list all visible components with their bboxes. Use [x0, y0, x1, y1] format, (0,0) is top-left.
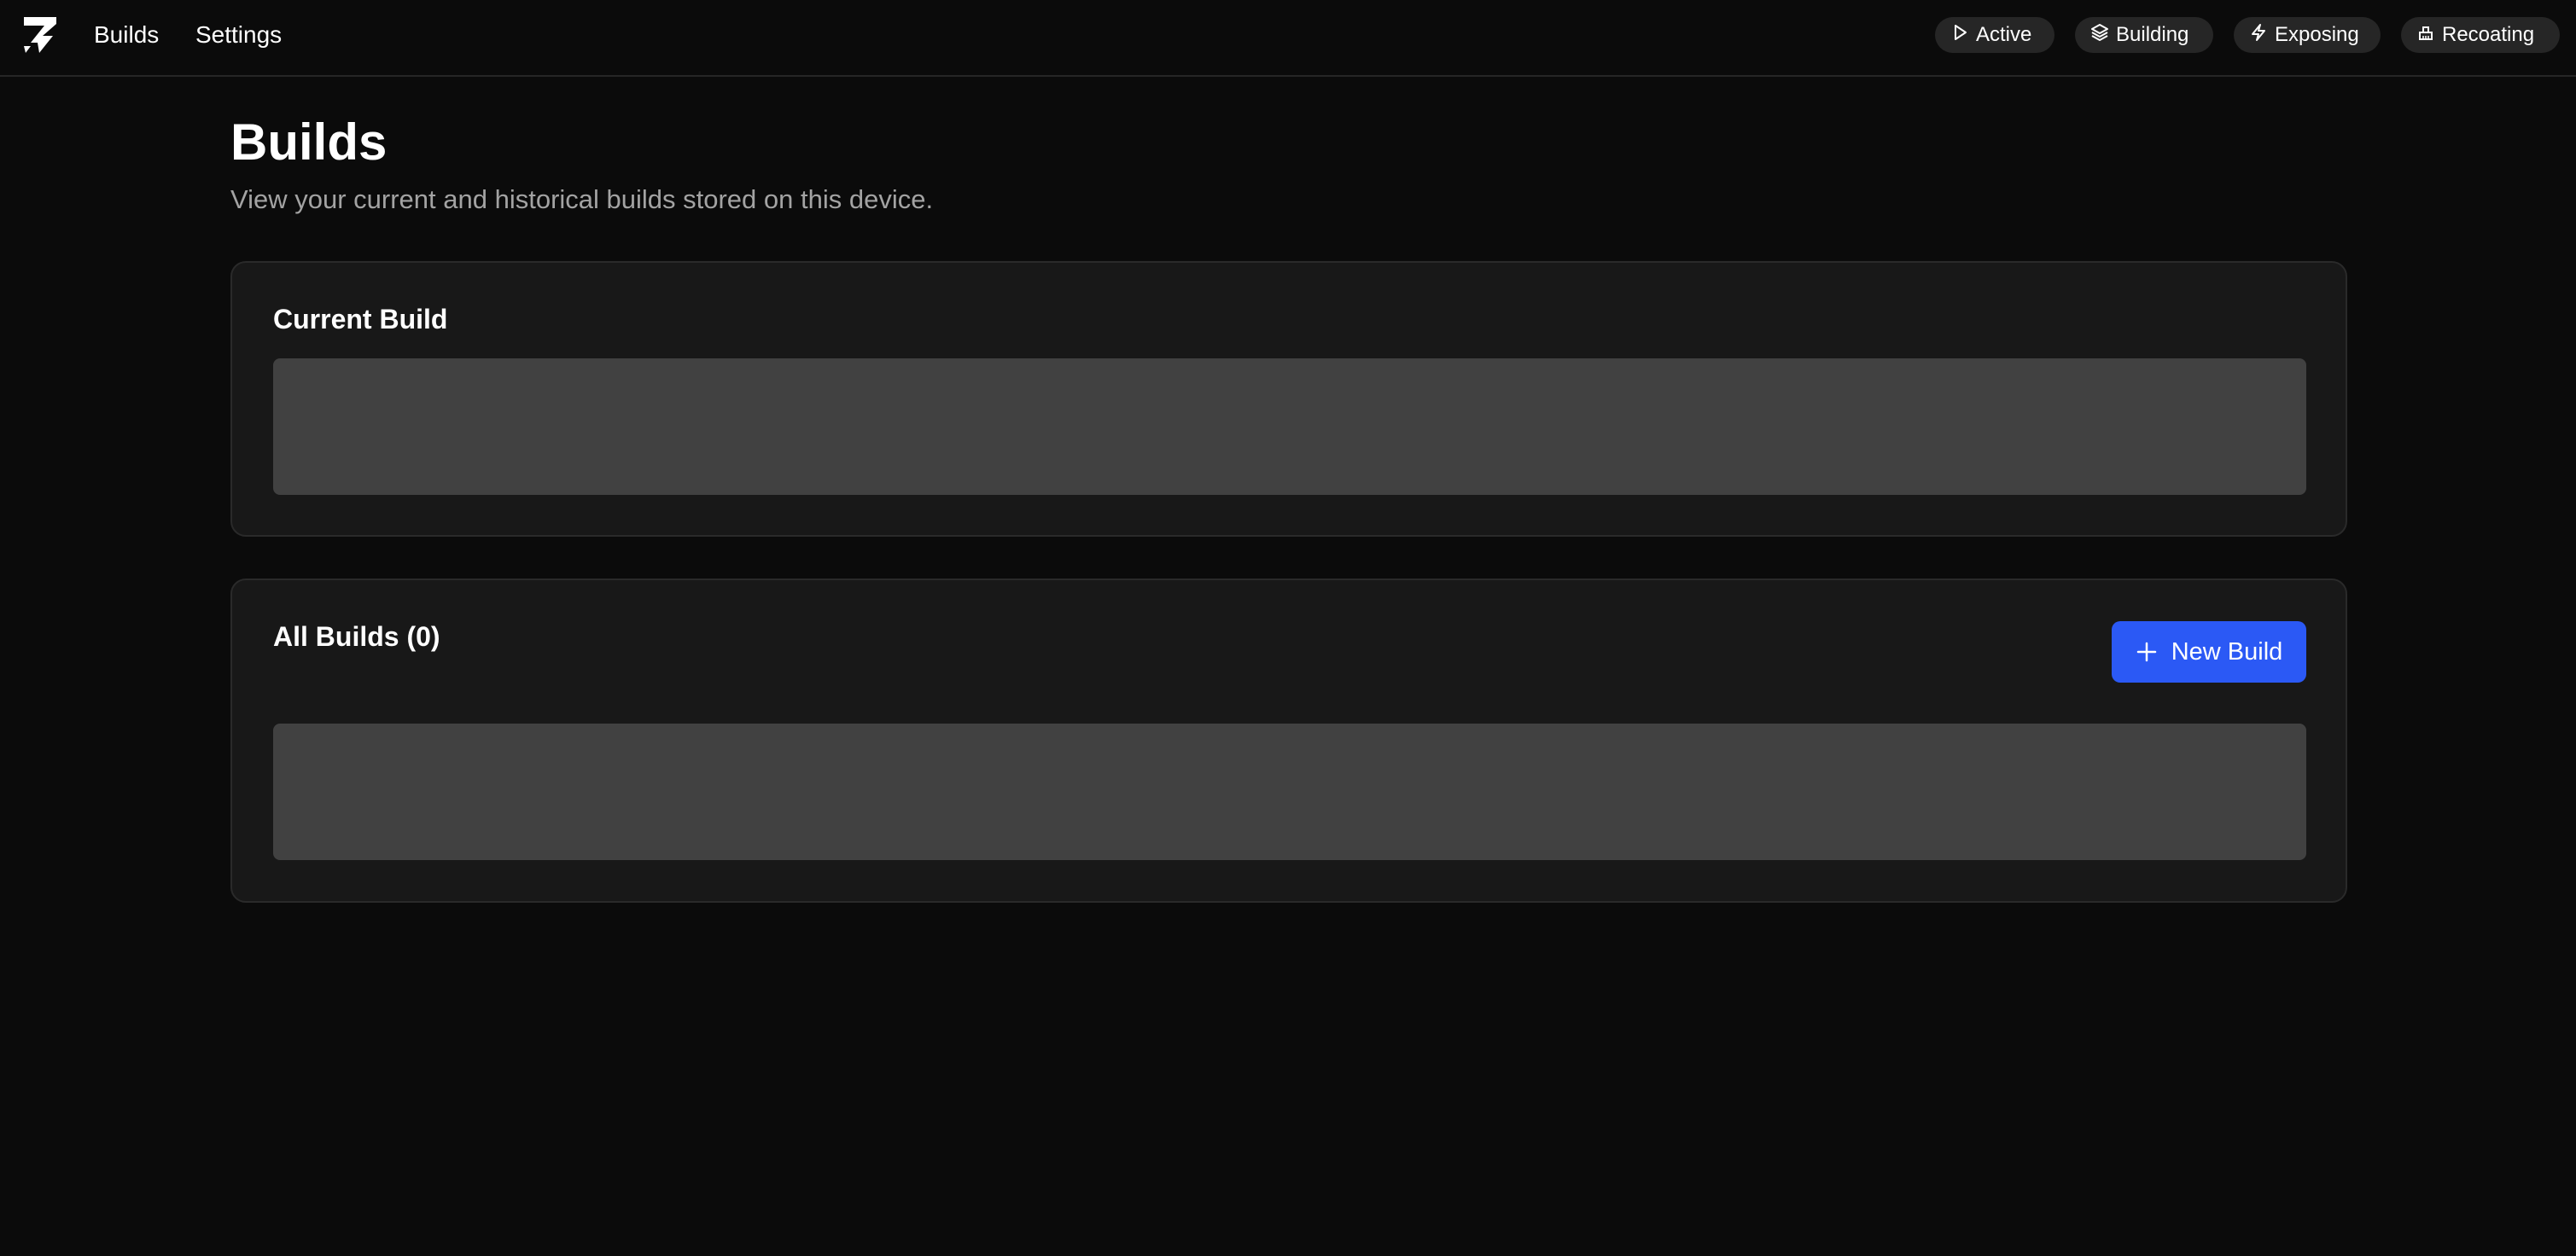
status-pill-exposing[interactable]: Exposing — [2234, 17, 2381, 53]
nav-link-settings[interactable]: Settings — [195, 19, 282, 51]
nav-link-builds[interactable]: Builds — [94, 19, 159, 51]
page-title: Builds — [230, 113, 388, 171]
all-builds-title: All Builds (0) — [273, 621, 440, 652]
all-builds-placeholder — [273, 724, 2306, 860]
status-label: Active — [1976, 23, 2032, 46]
status-label: Building — [2116, 23, 2189, 46]
status-pill-recoating[interactable]: Recoating — [2401, 17, 2560, 53]
all-builds-card: All Builds (0) New Build — [230, 579, 2347, 903]
current-build-card: Current Build — [230, 261, 2347, 537]
play-icon — [1950, 23, 1976, 48]
layers-icon — [2090, 23, 2116, 48]
brush-icon — [2416, 23, 2442, 48]
status-pill-active[interactable]: Active — [1935, 17, 2054, 53]
printer-logo-icon[interactable] — [22, 15, 58, 55]
status-pill-building[interactable]: Building — [2075, 17, 2213, 53]
status-label: Exposing — [2275, 23, 2359, 46]
new-build-label: New Build — [2171, 637, 2283, 666]
top-navigation-bar: Builds Settings Active Building Exposing — [0, 0, 2576, 77]
current-build-placeholder — [273, 358, 2306, 495]
lightning-icon — [2249, 23, 2275, 48]
current-build-title: Current Build — [273, 304, 448, 334]
status-label: Recoating — [2442, 23, 2535, 46]
plus-icon — [2136, 641, 2158, 663]
new-build-button[interactable]: New Build — [2112, 621, 2306, 683]
page-subtitle: View your current and historical builds … — [230, 184, 934, 214]
